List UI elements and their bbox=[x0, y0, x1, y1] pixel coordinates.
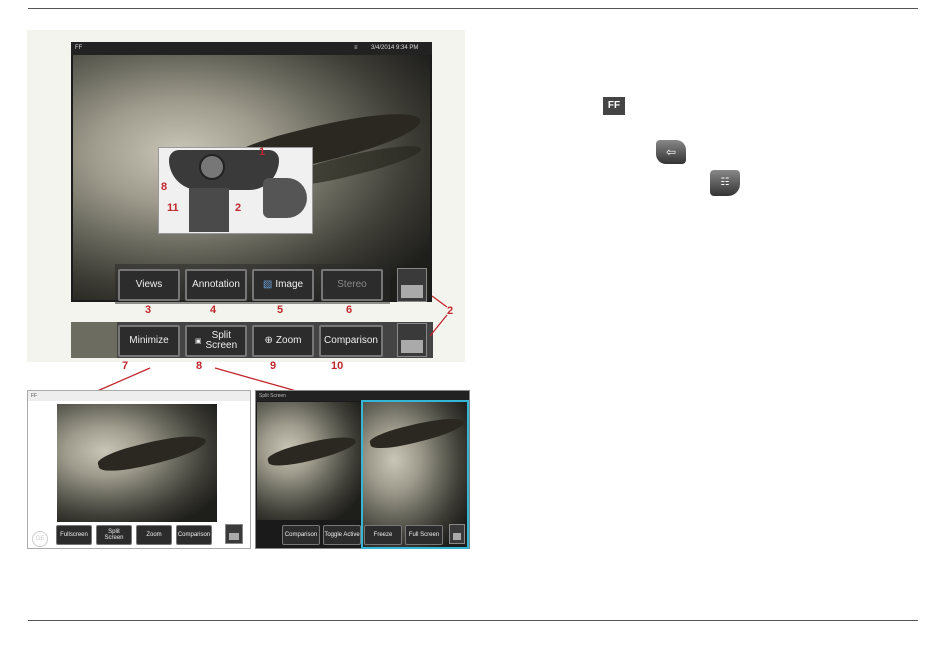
wifi-icon: ≡ bbox=[354, 45, 358, 51]
toggle-active-button[interactable]: Toggle Active bbox=[323, 525, 361, 545]
split-left-image bbox=[257, 402, 361, 520]
ge-logo: GE bbox=[32, 531, 48, 547]
split-status-bar: Split Screen bbox=[256, 391, 469, 401]
fullscreen-button[interactable]: Fullscreen bbox=[56, 525, 92, 545]
minimize-button[interactable]: Minimize bbox=[118, 325, 180, 357]
callout-number: 2 bbox=[447, 305, 454, 317]
callout-number: 1 bbox=[259, 146, 266, 158]
callout-number: 3 bbox=[145, 304, 152, 316]
main-status-bar: FF ≡ 3/4/2014 9:34 PM bbox=[71, 42, 432, 55]
top-rule bbox=[28, 8, 918, 9]
zoom-button[interactable]: Zoom bbox=[136, 525, 172, 545]
softkey-button[interactable] bbox=[225, 524, 243, 544]
callout-number: 10 bbox=[331, 360, 344, 372]
ff-icon: FF bbox=[603, 97, 625, 115]
back-arrow-icon: ⇦ bbox=[656, 140, 686, 164]
callout-number: 7 bbox=[122, 360, 129, 372]
callout-number: 8 bbox=[161, 181, 168, 193]
comparison-button[interactable]: Comparison bbox=[176, 525, 212, 545]
split-screen-button[interactable]: Split Screen bbox=[96, 525, 132, 545]
image-icon: ▧ bbox=[262, 279, 273, 290]
freeze-button[interactable]: Freeze bbox=[364, 525, 402, 545]
minimized-status-bar: FF bbox=[28, 391, 250, 401]
split-screen-view: Split Screen Comparison Toggle Active Fr… bbox=[255, 390, 470, 549]
split-screen-label: Split Screen bbox=[205, 330, 238, 351]
annotation-button[interactable]: Annotation bbox=[185, 269, 247, 301]
stereo-button[interactable]: Stereo bbox=[321, 269, 383, 301]
joystick-icon bbox=[199, 154, 225, 180]
callout-number: 2 bbox=[235, 202, 242, 214]
controller-inset: 1 8 11 2 bbox=[158, 146, 313, 234]
controller-handle bbox=[189, 188, 229, 232]
comparison-button[interactable]: Comparison bbox=[282, 525, 320, 545]
softkey-button[interactable] bbox=[397, 268, 427, 302]
crack-feature bbox=[95, 429, 209, 477]
softkey-button[interactable] bbox=[397, 323, 427, 357]
comparison-button[interactable]: Comparison bbox=[319, 325, 383, 357]
split-screen-icon: ▣ bbox=[194, 337, 202, 345]
zoom-icon: ⊕ bbox=[264, 335, 273, 346]
crack-feature bbox=[368, 412, 466, 454]
menu-grid-icon: ☷ bbox=[710, 170, 740, 196]
status-datetime: 3/4/2014 9:34 PM bbox=[371, 45, 419, 51]
callout-number: 11 bbox=[167, 202, 179, 214]
callout-number: 5 bbox=[277, 304, 284, 316]
full-screen-button[interactable]: Full Screen bbox=[405, 525, 443, 545]
minimized-image bbox=[57, 404, 217, 522]
minimized-screen: FF GE Fullscreen Split Screen Zoom Compa… bbox=[27, 390, 251, 549]
image-button[interactable]: ▧ Image bbox=[252, 269, 314, 301]
callout-number: 6 bbox=[346, 304, 353, 316]
zoom-button[interactable]: ⊕ Zoom bbox=[252, 325, 314, 357]
softkey-button[interactable] bbox=[449, 524, 465, 544]
split-screen-button[interactable]: ▣ Split Screen bbox=[185, 325, 247, 357]
trigger-button bbox=[263, 178, 307, 218]
callout-number: 4 bbox=[210, 304, 217, 316]
status-mode: FF bbox=[75, 45, 83, 51]
callout-number: 9 bbox=[270, 360, 277, 372]
views-button[interactable]: Views bbox=[118, 269, 180, 301]
crack-feature bbox=[266, 431, 358, 471]
submenu-thumbnail bbox=[71, 322, 117, 358]
bottom-rule bbox=[28, 620, 918, 621]
callout-number: 8 bbox=[196, 360, 203, 372]
